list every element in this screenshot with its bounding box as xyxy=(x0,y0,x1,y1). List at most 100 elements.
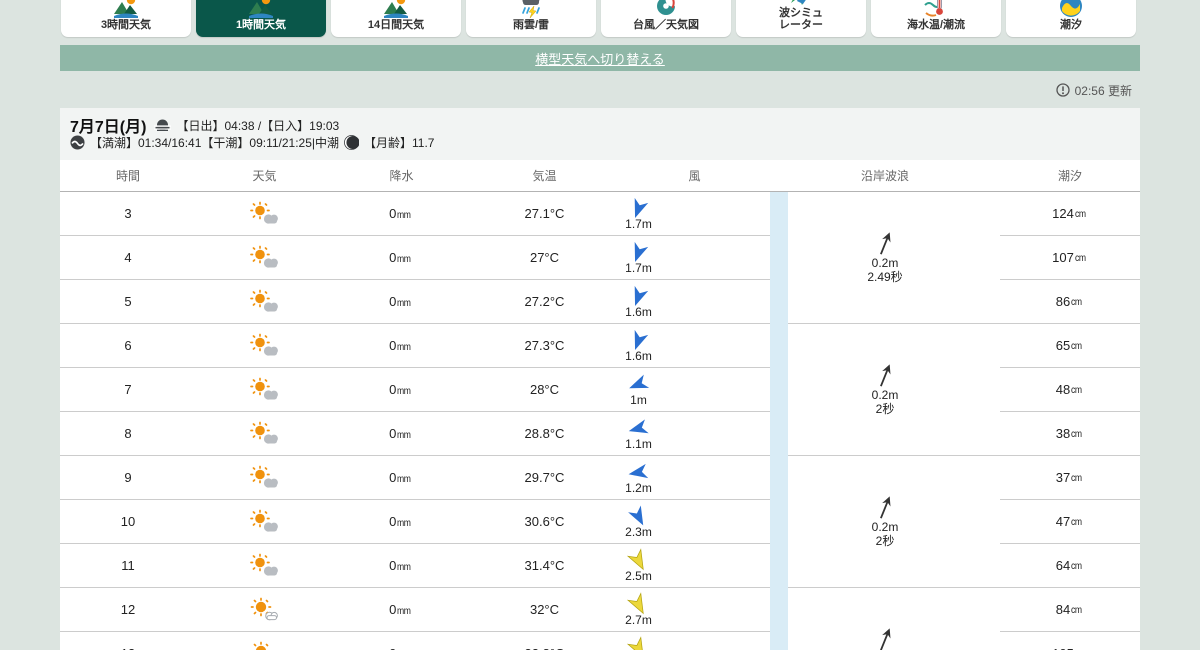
tide-value-9: 37cm xyxy=(1000,456,1140,500)
hour-label: 5 xyxy=(60,294,196,309)
update-time-label: 02:56 更新 xyxy=(1075,82,1132,99)
wave-arrow-icon xyxy=(874,363,896,389)
wind-cell: 1.7m xyxy=(619,197,770,231)
tab-label: 雨雲/雷 xyxy=(513,19,549,32)
temp-value: 32°C xyxy=(470,602,619,617)
moon-age-label: 【月齢】11.7 xyxy=(364,134,434,151)
column-header-3: 降水 xyxy=(333,167,470,184)
wave-section-divider xyxy=(770,192,788,650)
hour-row-10: 10 0mm 30.6°C 2.3m xyxy=(60,500,770,544)
partly-cloudy-icon xyxy=(249,553,280,578)
weather-logo-icon xyxy=(248,0,274,19)
wind-arrow-icon xyxy=(627,593,650,616)
wind-cell: 2.8m xyxy=(619,637,770,650)
temp-value: 28.8°C xyxy=(470,426,619,441)
precip-value: 0mm xyxy=(333,294,470,309)
column-header-5: 風 xyxy=(619,167,770,184)
wave-group-3: 0.2m 2秒 xyxy=(788,456,1000,588)
hour-label: 13 xyxy=(60,646,196,650)
partly-cloudy-icon xyxy=(249,333,280,358)
precip-value: 0mm xyxy=(333,382,470,397)
wave-group-4: 0.2m 2秒 xyxy=(788,588,1000,650)
hour-row-11: 11 0mm 31.4°C 2.5m xyxy=(60,544,770,588)
weather-logo-icon xyxy=(383,0,409,19)
tab-5[interactable]: 台風／天気図 xyxy=(601,0,731,37)
partly-cloudy-icon xyxy=(249,509,280,534)
column-header-1: 時間 xyxy=(60,167,196,184)
hour-label: 3 xyxy=(60,206,196,221)
mostly-sunny-icon xyxy=(249,597,280,622)
hour-label: 4 xyxy=(60,250,196,265)
hour-label: 12 xyxy=(60,602,196,617)
wave-period-label: 2.49秒 xyxy=(867,271,902,285)
sun-times-label: 【日出】04:38 /【日入】19:03 xyxy=(176,117,339,134)
wind-cell: 2.3m xyxy=(619,505,770,539)
hour-row-8: 8 0mm 28.8°C 1.1m xyxy=(60,412,770,456)
typhoon-icon xyxy=(653,0,679,19)
wind-arrow-icon xyxy=(627,285,650,308)
hour-label: 6 xyxy=(60,338,196,353)
layout-switch-banner: 横型天気へ切り替える xyxy=(60,45,1140,71)
tab-8[interactable]: 潮汐 xyxy=(1006,0,1136,37)
column-header-2: 天気 xyxy=(196,167,333,184)
tab-label: 14日間天気 xyxy=(368,19,424,32)
table-header: 時間天気降水気温風沿岸波浪潮汐 xyxy=(60,160,1140,192)
partly-cloudy-icon xyxy=(249,289,280,314)
wave-arrow-icon xyxy=(874,495,896,521)
info-circle-icon xyxy=(1056,83,1070,97)
partly-cloudy-icon xyxy=(249,201,280,226)
hour-row-6: 6 0mm 27.3°C 1.6m xyxy=(60,324,770,368)
wind-arrow-icon xyxy=(627,417,650,440)
tab-1[interactable]: 3時間天気 xyxy=(61,0,191,37)
wind-cell: 1.6m xyxy=(619,285,770,319)
sea-temp-icon xyxy=(923,0,949,19)
tide-value-11: 64cm xyxy=(1000,544,1140,588)
temp-value: 28°C xyxy=(470,382,619,397)
precip-value: 0mm xyxy=(333,426,470,441)
wave-arrow-icon xyxy=(874,231,896,257)
wind-cell: 1m xyxy=(619,373,770,407)
hour-label: 10 xyxy=(60,514,196,529)
day-header: 7月7日(月) 【日出】04:38 /【日入】19:03 【満潮】01:34/1… xyxy=(60,108,1140,160)
tab-label: 1時間天気 xyxy=(236,19,286,32)
weather-logo-icon xyxy=(113,0,139,19)
temp-value: 27.3°C xyxy=(470,338,619,353)
wind-cell: 1.6m xyxy=(619,329,770,363)
column-header-6: 沿岸波浪 xyxy=(770,167,1000,184)
tab-label: 3時間天気 xyxy=(101,19,151,32)
tab-4[interactable]: 雨雲/雷 xyxy=(466,0,596,37)
precip-value: 0mm xyxy=(333,206,470,221)
tide-value-12: 84cm xyxy=(1000,588,1140,632)
wave-group-2: 0.2m 2秒 xyxy=(788,324,1000,456)
hour-row-12: 12 0mm 32°C 2.7m xyxy=(60,588,770,632)
wave-group-1: 0.2m 2.49秒 xyxy=(788,192,1000,324)
tab-3[interactable]: 14日間天気 xyxy=(331,0,461,37)
hour-label: 11 xyxy=(60,558,196,573)
wind-arrow-icon xyxy=(627,241,650,264)
column-header-7: 潮汐 xyxy=(1000,167,1140,184)
temp-value: 29.7°C xyxy=(470,470,619,485)
wave-height-label: 0.2m xyxy=(872,257,899,271)
wind-cell: 1.7m xyxy=(619,241,770,275)
tab-label: 波シミュ レーター xyxy=(779,7,823,32)
tab-2[interactable]: 1時間天気 xyxy=(196,0,326,37)
tab-7[interactable]: 海水温/潮流 xyxy=(871,0,1001,37)
temp-value: 31.4°C xyxy=(470,558,619,573)
wave-period-label: 2秒 xyxy=(876,535,895,549)
partly-cloudy-icon xyxy=(249,465,280,490)
wind-arrow-icon xyxy=(627,197,650,220)
temp-value: 27.2°C xyxy=(470,294,619,309)
precip-value: 0mm xyxy=(333,646,470,650)
switch-to-horizontal-link[interactable]: 横型天気へ切り替える xyxy=(535,49,665,68)
tide-value-13: 105cm xyxy=(1000,632,1140,650)
tide-value-7: 48cm xyxy=(1000,368,1140,412)
wave-arrow-icon xyxy=(874,627,896,650)
wave-sim-icon xyxy=(788,0,814,7)
coastal-wave-column: 0.2m 2.49秒 0.2m 2秒 0.2m 2秒 0.2m 2秒 xyxy=(788,192,1000,650)
temp-value: 27°C xyxy=(470,250,619,265)
tab-6[interactable]: 波シミュ レーター xyxy=(736,0,866,37)
wind-arrow-icon xyxy=(627,505,650,528)
table-body: 3 0mm 27.1°C 1.7m 4 xyxy=(60,192,1140,650)
precip-value: 0mm xyxy=(333,338,470,353)
hour-row-5: 5 0mm 27.2°C 1.6m xyxy=(60,280,770,324)
